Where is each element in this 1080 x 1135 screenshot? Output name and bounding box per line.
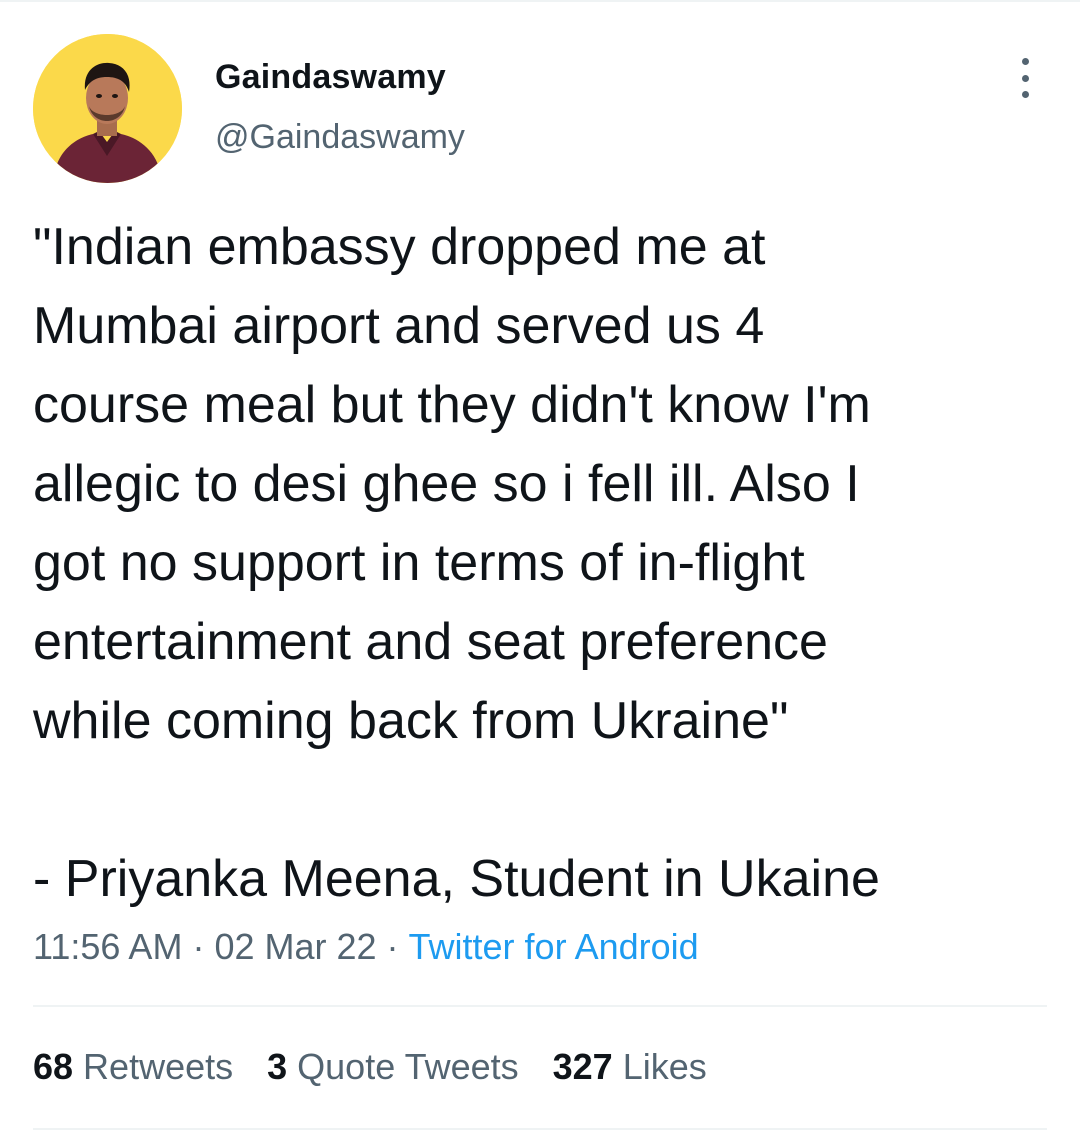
likes-stat[interactable]: 327 Likes bbox=[553, 1046, 707, 1088]
tweet-stats: 68 Retweets 3 Quote Tweets 327 Likes bbox=[33, 1046, 707, 1088]
divider bbox=[33, 1128, 1047, 1130]
tweet-text: "Indian embassy dropped me at Mumbai air… bbox=[33, 218, 880, 908]
quote-tweets-stat[interactable]: 3 Quote Tweets bbox=[267, 1046, 519, 1088]
likes-count: 327 bbox=[552, 1046, 613, 1087]
quote-tweets-label: Quote Tweets bbox=[297, 1046, 519, 1087]
more-options-button[interactable] bbox=[1008, 58, 1042, 98]
meta-separator: · bbox=[192, 926, 205, 967]
divider bbox=[33, 1005, 1047, 1007]
retweets-count: 68 bbox=[33, 1046, 74, 1087]
tweet-source-link[interactable]: Twitter for Android bbox=[409, 926, 699, 967]
retweets-label: Retweets bbox=[83, 1046, 234, 1087]
more-vertical-icon-dot bbox=[1021, 74, 1029, 82]
quote-tweets-count: 3 bbox=[267, 1046, 288, 1087]
author-display-name[interactable]: Gaindaswamy bbox=[215, 58, 446, 97]
tweet-date[interactable]: 02 Mar 22 bbox=[214, 926, 376, 967]
top-border bbox=[0, 0, 1080, 2]
avatar-photo bbox=[33, 34, 182, 183]
meta-separator: · bbox=[386, 926, 399, 967]
more-vertical-icon bbox=[1021, 58, 1029, 65]
more-vertical-icon-dot bbox=[1021, 91, 1029, 98]
tweet-time[interactable]: 11:56 AM bbox=[33, 926, 182, 967]
tweet-meta: 11:56 AM · 02 Mar 22 · Twitter for Android bbox=[33, 926, 699, 968]
likes-label: Likes bbox=[622, 1046, 707, 1087]
author-handle[interactable]: @Gaindaswamy bbox=[215, 118, 465, 157]
retweets-stat[interactable]: 68 Retweets bbox=[33, 1046, 233, 1088]
avatar[interactable] bbox=[33, 34, 182, 183]
